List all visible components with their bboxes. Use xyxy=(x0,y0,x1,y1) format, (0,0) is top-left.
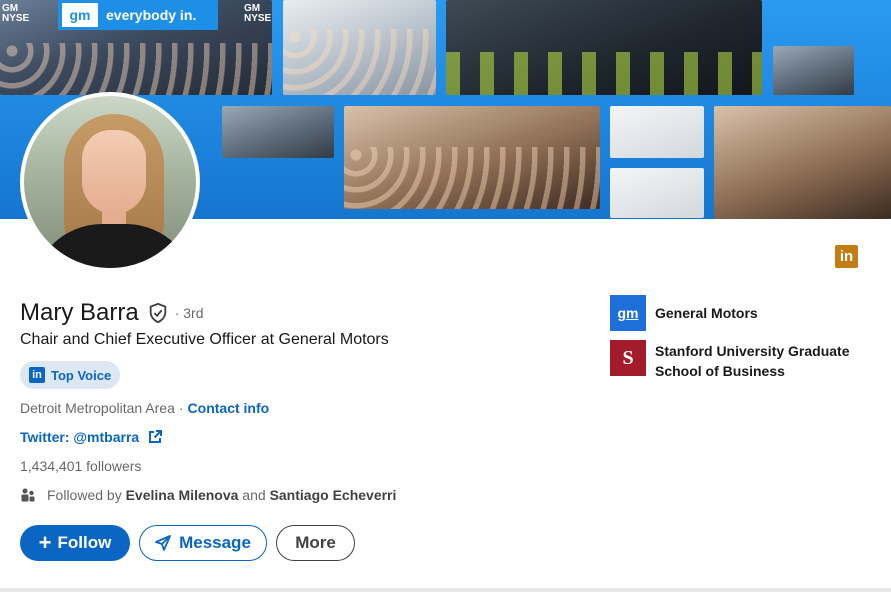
banner-sign: gm everybody in. xyxy=(58,0,218,30)
banner-photo-workers xyxy=(222,106,334,158)
plus-icon: + xyxy=(38,530,52,555)
banner-photo-meeting xyxy=(610,106,704,158)
people-icon xyxy=(21,488,35,502)
location-text: Detroit Metropolitan Area xyxy=(20,400,175,416)
org-name-gm[interactable]: General Motors xyxy=(655,295,758,331)
profile-avatar[interactable] xyxy=(20,92,200,272)
twitter-link[interactable]: Twitter: @mtbarra xyxy=(20,429,163,445)
stanford-logo-icon: S xyxy=(610,340,646,376)
gm-nyse-label-right: GM NYSE xyxy=(244,3,272,24)
follow-button[interactable]: + Follow xyxy=(20,525,130,561)
message-button[interactable]: Message xyxy=(139,525,267,561)
location-line: Detroit Metropolitan Area · Contact info xyxy=(20,400,270,416)
banner-photo-driver xyxy=(714,106,891,219)
twitter-link-text[interactable]: Twitter: @mtbarra xyxy=(20,429,139,445)
follow-label: Follow xyxy=(57,533,112,552)
verified-shield-icon[interactable] xyxy=(147,302,169,324)
follower-name-1[interactable]: Evelina Milenova xyxy=(126,487,239,503)
linkedin-small-icon: in xyxy=(29,367,45,383)
profile-headline: Chair and Chief Executive Officer at Gen… xyxy=(20,331,389,348)
follower-name-2[interactable]: Santiago Echeverri xyxy=(270,487,397,503)
org-general-motors[interactable]: gm General Motors xyxy=(610,295,758,331)
org-stanford-gsb[interactable]: S Stanford University Graduate School of… xyxy=(610,340,875,381)
followed-by[interactable]: Followed by Evelina Milenova and Santiag… xyxy=(20,487,396,503)
banner-photo-office-group xyxy=(283,0,436,95)
banner-photo-nyse: gm everybody in. GM NYSE GM NYSE xyxy=(0,0,272,95)
profile-name: Mary Barra xyxy=(20,299,139,326)
external-link-icon[interactable] xyxy=(147,429,163,445)
more-button[interactable]: More xyxy=(276,525,355,561)
banner-photo-factory-team xyxy=(446,0,762,95)
banner-photo-plant-visit xyxy=(344,106,600,209)
org-name-stanford[interactable]: Stanford University Graduate School of B… xyxy=(655,340,875,381)
banner-sign-text: everybody in. xyxy=(106,7,197,23)
message-label: Message xyxy=(179,533,251,552)
section-divider xyxy=(0,588,891,592)
top-voice-badge[interactable]: in Top Voice xyxy=(20,361,121,389)
top-voice-label: Top Voice xyxy=(51,367,112,383)
gm-nyse-label-left: GM NYSE xyxy=(2,3,30,24)
name-row: Mary Barra · 3rd xyxy=(20,297,203,329)
gm-logo-icon: gm xyxy=(62,3,98,27)
gm-logo-icon: gm xyxy=(610,295,646,331)
banner-photo-chassis xyxy=(610,168,704,218)
banner-photo-phone-call xyxy=(773,46,854,95)
more-label: More xyxy=(295,533,336,552)
linkedin-icon[interactable]: in xyxy=(835,245,858,268)
contact-info-link[interactable]: Contact info xyxy=(188,400,270,416)
send-icon xyxy=(155,535,171,551)
followers-count[interactable]: 1,434,401 followers xyxy=(20,458,141,474)
connection-degree: · 3rd xyxy=(174,305,204,321)
